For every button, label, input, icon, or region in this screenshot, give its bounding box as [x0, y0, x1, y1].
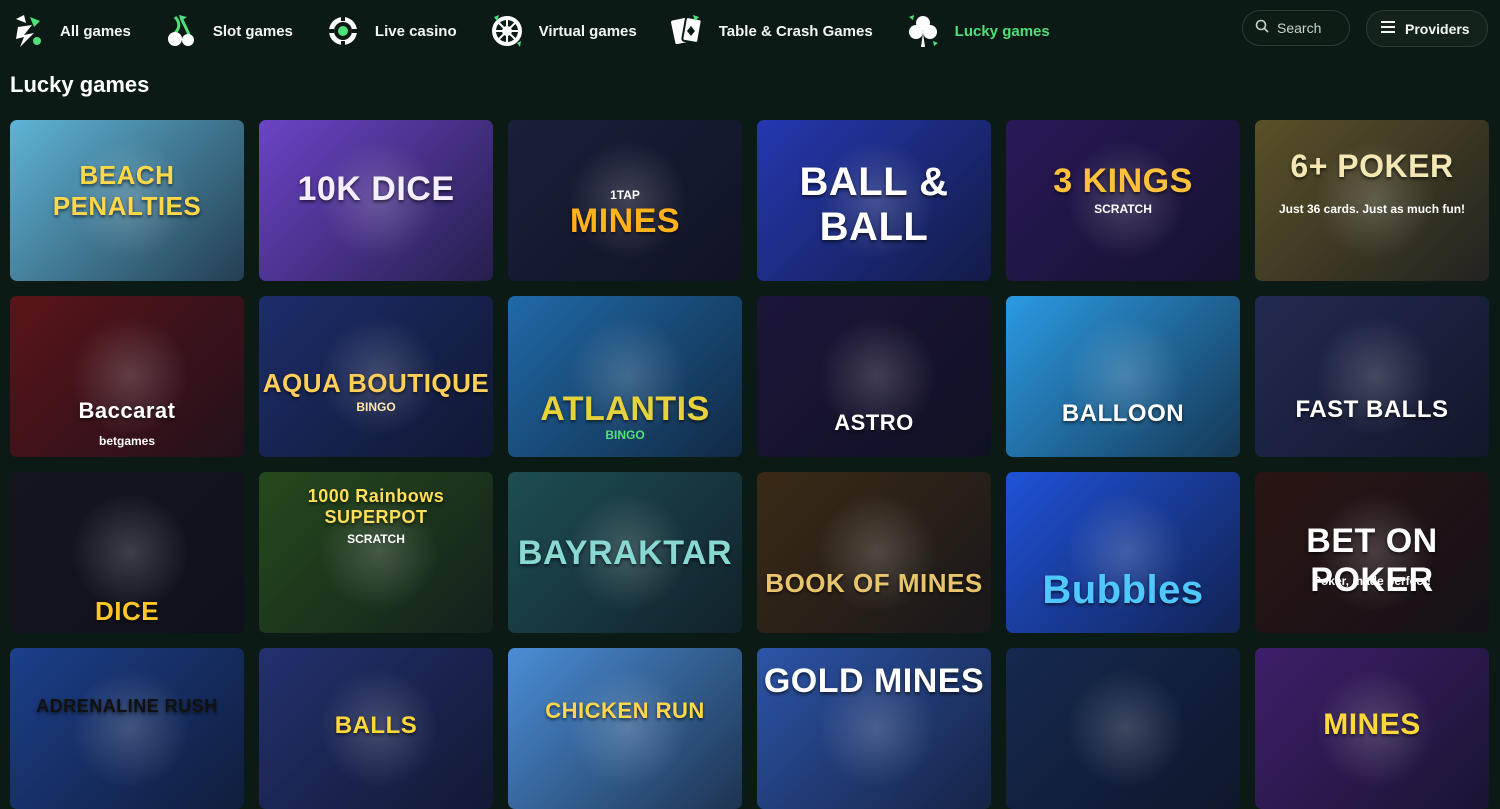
nav-label: Lucky games [954, 22, 1050, 40]
virtual-wheel-icon [491, 13, 523, 49]
game-title: Baccarat [78, 398, 176, 423]
game-tile[interactable]: FAST BALLS [1255, 296, 1489, 457]
game-tile[interactable]: BET ON POKER Poker, made perfect! [1255, 472, 1489, 633]
game-tile[interactable]: BEACH PENALTIES [10, 120, 244, 281]
nav-label: Live casino [374, 22, 457, 40]
game-title: 3 KINGS [1053, 162, 1193, 200]
game-tile[interactable]: ATLANTIS BINGO [508, 296, 742, 457]
nav-item-table-crash-games[interactable]: Table & Crash Games [670, 13, 873, 49]
game-tile[interactable]: DICE [10, 472, 244, 633]
game-title: 6+ POKER [1290, 148, 1454, 184]
providers-label: Providers [1405, 20, 1470, 37]
game-title: DICE [94, 596, 160, 626]
game-subtitle: 1TAP [610, 188, 640, 202]
nav-item-lucky-games[interactable]: Lucky games [907, 13, 1050, 49]
game-tile[interactable]: 3 KINGS SCRATCH [1006, 120, 1240, 281]
cherries-icon [165, 13, 197, 49]
game-title: Bubbles [1042, 568, 1204, 612]
game-title: BALLOON [1061, 400, 1185, 427]
game-title: 10K DICE [297, 170, 455, 208]
games-grid: BEACH PENALTIES 10K DICE MINES 1TAP BALL & B… [10, 120, 1490, 809]
game-subtitle: SCRATCH [1094, 202, 1152, 216]
game-title: AQUA BOUTIQUE [262, 368, 490, 398]
game-tile[interactable]: 10K DICE [259, 120, 493, 281]
game-title: 1000 Rainbows SUPERPOT [307, 486, 445, 527]
game-tile[interactable]: MINES [1255, 648, 1489, 809]
game-tile[interactable]: BOOK OF MINES [757, 472, 991, 633]
game-subtitle: betgames [98, 434, 156, 448]
game-title: FAST BALLS [1295, 396, 1449, 423]
game-tile[interactable]: MINES 1TAP [508, 120, 742, 281]
game-title: CHICKEN RUN [545, 698, 705, 723]
search-button[interactable]: Search [1242, 10, 1350, 46]
game-subtitle: Just 36 cards. Just as much fun! [1278, 202, 1466, 216]
game-tile[interactable] [1006, 648, 1240, 809]
menu-icon [1381, 20, 1395, 38]
game-tile[interactable]: BALL & BALL [757, 120, 991, 281]
game-tile[interactable]: AQUA BOUTIQUE BINGO [259, 296, 493, 457]
game-title: BEACH PENALTIES [52, 160, 202, 221]
game-title: BOOK OF MINES [765, 568, 983, 598]
game-subtitle: BINGO [605, 428, 645, 442]
game-title: BALL & BALL [799, 160, 949, 249]
nav-item-slot-games[interactable]: Slot games [165, 13, 293, 49]
game-subtitle: SCRATCH [347, 532, 405, 546]
game-title: BALLS [334, 712, 418, 739]
tile-artwork [70, 668, 190, 788]
game-title: ASTRO [834, 410, 914, 435]
game-title: MINES [569, 202, 681, 240]
game-tile[interactable]: 1000 Rainbows SUPERPOT SCRATCH [259, 472, 493, 633]
nav-item-all-games[interactable]: All games [12, 13, 131, 49]
game-tile[interactable]: BAYRAKTAR [508, 472, 742, 633]
all-games-icon [12, 13, 44, 49]
tile-artwork [568, 668, 688, 788]
chip-icon [327, 13, 359, 49]
game-title: MINES [1323, 708, 1421, 741]
nav-item-live-casino[interactable]: Live casino [327, 13, 457, 49]
providers-button[interactable]: Providers [1366, 10, 1488, 47]
search-icon [1255, 19, 1269, 38]
nav-item-virtual-games[interactable]: Virtual games [491, 13, 637, 49]
game-title: ATLANTIS [540, 390, 710, 428]
game-title: GOLD MINES [763, 662, 985, 700]
game-title: BET ON POKER [1306, 522, 1438, 599]
game-title: BAYRAKTAR [517, 534, 733, 572]
game-tile[interactable]: CHICKEN RUN [508, 648, 742, 809]
game-subtitle: Poker, made perfect! [1312, 574, 1432, 588]
clover-icon [907, 13, 939, 49]
top-navigation: All games Slot games Live casino Virtual… [0, 0, 1500, 62]
game-tile[interactable]: ADRENALINE RUSH [10, 648, 244, 809]
game-tile[interactable]: BALLOON [1006, 296, 1240, 457]
section-title: Lucky games [10, 72, 150, 97]
nav-label: Table & Crash Games [718, 22, 873, 40]
game-subtitle: BINGO [356, 400, 396, 414]
game-tile[interactable]: Bubbles [1006, 472, 1240, 633]
game-tile[interactable]: ASTRO [757, 296, 991, 457]
game-tile[interactable]: BALLS [259, 648, 493, 809]
nav-label: All games [60, 22, 131, 40]
game-title: ADRENALINE RUSH [36, 696, 218, 716]
game-tile[interactable]: GOLD MINES [757, 648, 991, 809]
game-tile[interactable]: 6+ POKER Just 36 cards. Just as much fun! [1255, 120, 1489, 281]
game-tile[interactable]: Baccarat betgames [10, 296, 244, 457]
search-label: Search [1277, 20, 1322, 36]
cards-icon [670, 13, 703, 49]
tile-artwork [70, 492, 190, 612]
nav-label: Slot games [212, 22, 293, 40]
tile-artwork [1066, 668, 1186, 788]
category-nav: All games Slot games Live casino Virtual… [12, 10, 1084, 52]
nav-label: Virtual games [538, 22, 637, 40]
